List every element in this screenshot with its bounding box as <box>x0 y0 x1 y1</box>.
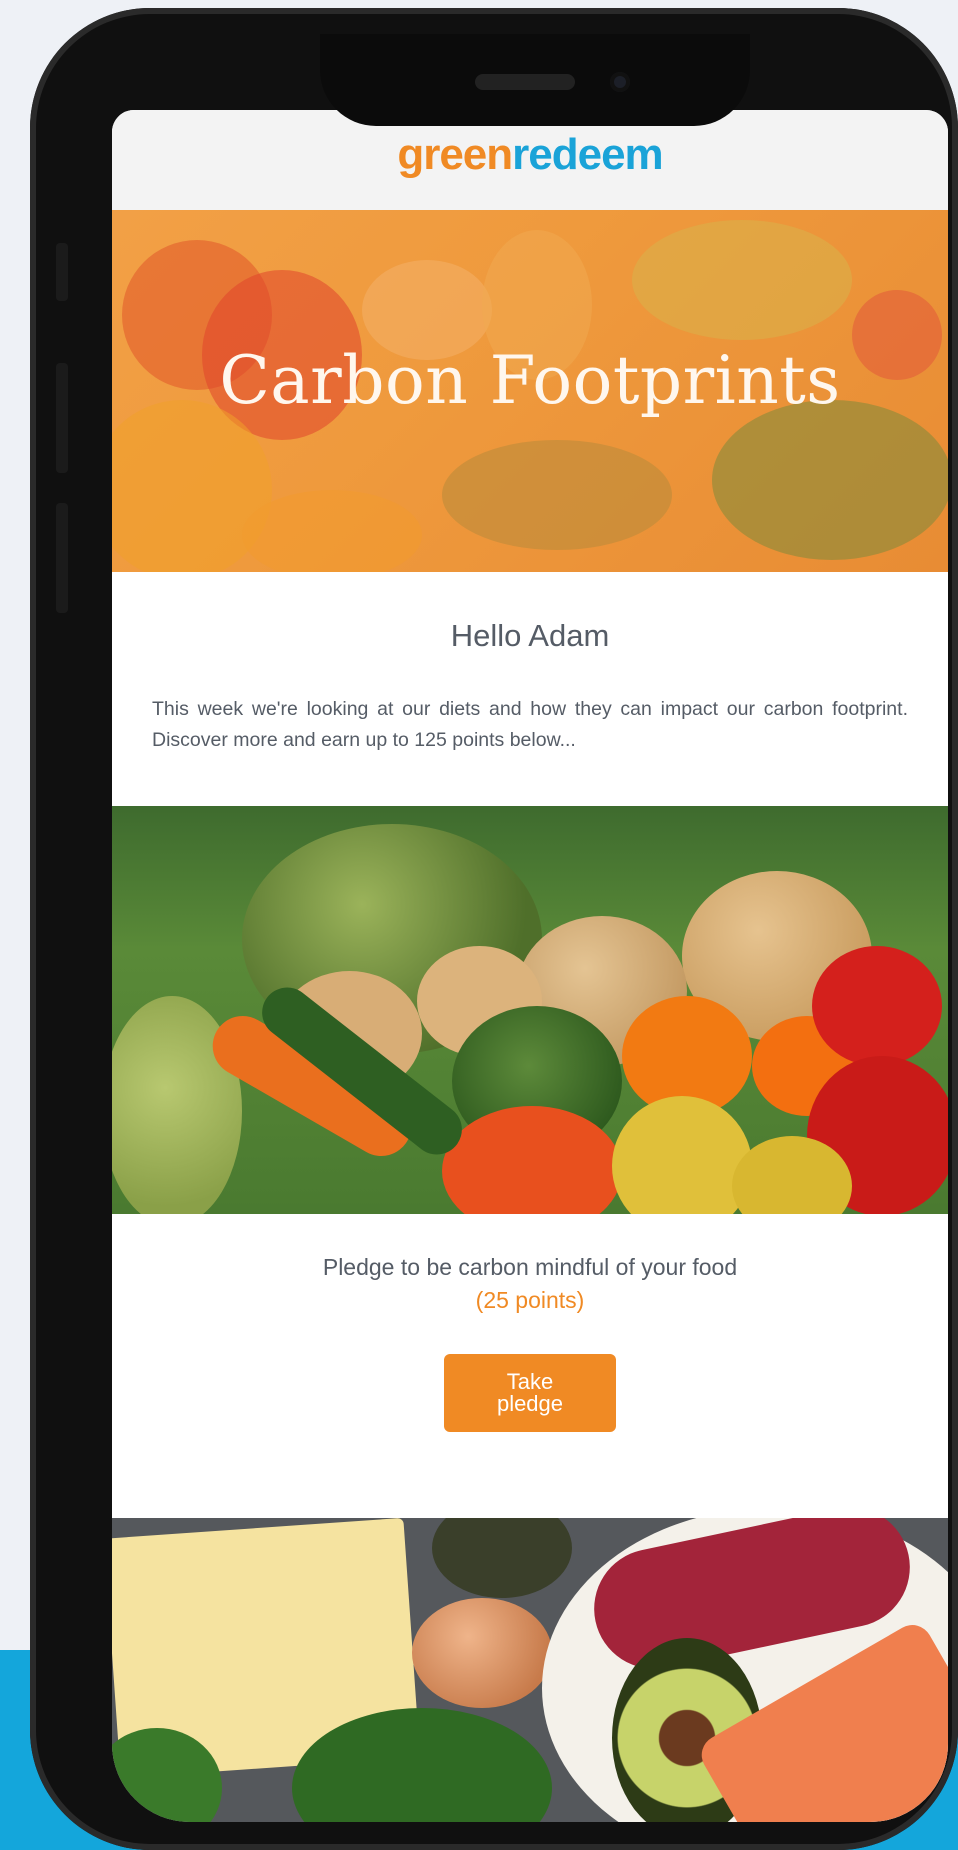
logo-part-green: green <box>397 130 513 179</box>
pear <box>612 1096 752 1215</box>
hero-title: Carbon Footprints <box>219 342 841 419</box>
pledge-section: Pledge to be carbon mindful of your food… <box>112 1214 948 1433</box>
greenredeem-logo[interactable]: greenredeem <box>397 130 664 180</box>
food-image <box>112 1518 948 1822</box>
produce-image <box>112 806 948 1215</box>
side-button <box>56 363 68 473</box>
phone-notch <box>320 34 750 126</box>
red-pepper <box>812 946 942 1067</box>
side-button <box>56 503 68 613</box>
greeting-section: Hello Adam This week we're looking at ou… <box>112 572 948 756</box>
greeting-heading: Hello Adam <box>450 618 610 653</box>
take-pledge-label-line1: Take <box>506 1369 554 1395</box>
avocado-whole <box>432 1518 572 1598</box>
speaker-grille <box>475 74 575 90</box>
phone-screen: greenredeem Carbon Footprints Hello Adam… <box>112 110 948 1822</box>
phone-frame: greenredeem Carbon Footprints Hello Adam… <box>30 8 958 1850</box>
camera-icon <box>610 72 630 92</box>
logo-part-redeem: redeem <box>512 130 664 179</box>
side-button <box>56 243 68 301</box>
take-pledge-button[interactable]: Take pledge <box>444 1354 616 1433</box>
intro-paragraph: This week we're looking at our diets and… <box>152 698 908 752</box>
take-pledge-label-line2: pledge <box>496 1391 564 1417</box>
pledge-points: (25 points) <box>475 1287 585 1314</box>
egg <box>412 1598 552 1708</box>
pledge-text: Pledge to be carbon mindful of your food <box>322 1254 738 1281</box>
hero-banner: Carbon Footprints <box>112 210 948 572</box>
